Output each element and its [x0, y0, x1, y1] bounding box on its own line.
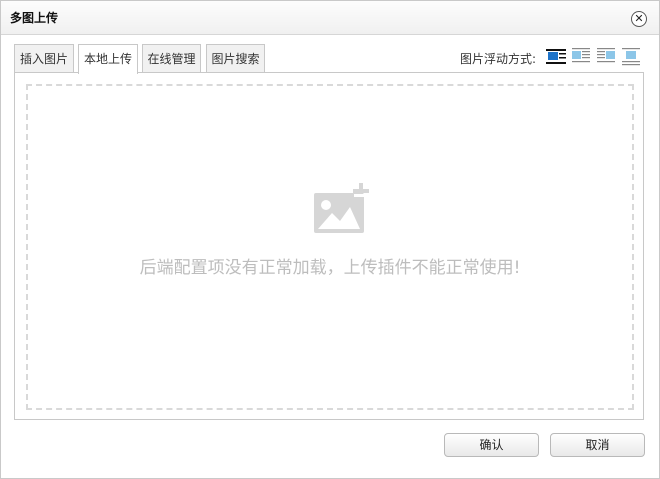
float-center-icon[interactable]	[621, 47, 641, 66]
float-mode-label: 图片浮动方式:	[460, 52, 537, 66]
float-none-icon[interactable]	[546, 47, 566, 66]
upload-dropzone[interactable]: 后端配置项没有正常加载，上传插件不能正常使用!	[26, 84, 634, 410]
tab-insert-image[interactable]: 插入图片	[14, 44, 74, 72]
image-add-icon	[314, 183, 372, 239]
upload-panel: 后端配置项没有正常加载，上传插件不能正常使用!	[14, 72, 644, 420]
dialog-title: 多图上传	[10, 11, 59, 25]
confirm-button[interactable]: 确认	[444, 433, 539, 457]
tab-image-search[interactable]: 图片搜索	[206, 44, 265, 72]
tab-local-upload[interactable]: 本地上传	[78, 44, 138, 74]
cancel-button[interactable]: 取消	[550, 433, 645, 457]
float-right-icon[interactable]	[596, 47, 616, 66]
tab-online-manage[interactable]: 在线管理	[142, 44, 201, 72]
float-left-icon[interactable]	[571, 47, 591, 66]
upload-error-message: 后端配置项没有正常加载，上传插件不能正常使用!	[139, 258, 521, 278]
close-icon[interactable]: ✕	[631, 11, 647, 27]
dialog-titlebar: 多图上传 ✕	[1, 1, 659, 35]
